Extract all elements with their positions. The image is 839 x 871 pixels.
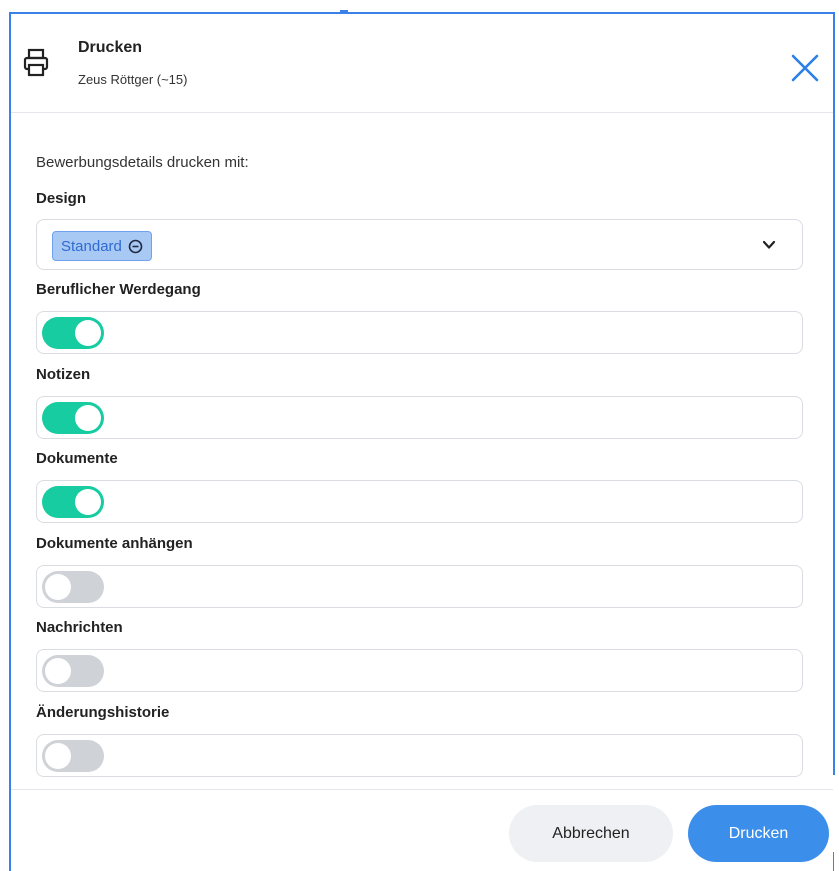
toggle-label-werdegang: Beruflicher Werdegang bbox=[36, 281, 201, 298]
toggle-knob bbox=[75, 320, 101, 346]
toggle-label-nachrichten: Nachrichten bbox=[36, 619, 123, 636]
chip-label: Standard bbox=[61, 237, 122, 255]
toggle-row-dokumente bbox=[36, 480, 803, 523]
window-frame-right bbox=[833, 12, 835, 775]
design-select[interactable]: Standard bbox=[36, 219, 803, 270]
toggle-werdegang[interactable] bbox=[42, 317, 104, 349]
toggle-dokumente[interactable] bbox=[42, 486, 104, 518]
toggle-row-nachrichten bbox=[36, 649, 803, 692]
toggle-label-notizen: Notizen bbox=[36, 366, 91, 383]
dialog-subtitle: Zeus Röttger (~15) bbox=[78, 72, 188, 87]
chevron-down-icon[interactable] bbox=[761, 237, 777, 253]
toggle-label-dokumente-anhaengen: Dokumente anhängen bbox=[36, 535, 193, 552]
toggle-knob bbox=[75, 489, 101, 515]
design-label: Design bbox=[36, 190, 87, 207]
toggle-row-dokumente-anhaengen bbox=[36, 565, 803, 608]
toggle-row-werdegang bbox=[36, 311, 803, 354]
close-icon[interactable] bbox=[787, 50, 823, 86]
toggle-label-dokumente: Dokumente bbox=[36, 450, 118, 467]
toggle-notizen[interactable] bbox=[42, 402, 104, 434]
intro-text: Bewerbungsdetails drucken mit: bbox=[36, 154, 249, 171]
cancel-button[interactable]: Abbrechen bbox=[509, 805, 673, 862]
toggle-aenderungshistorie[interactable] bbox=[42, 740, 104, 772]
toggle-knob bbox=[45, 743, 71, 769]
remove-circle-icon[interactable] bbox=[128, 239, 143, 254]
toggle-knob bbox=[45, 658, 71, 684]
toggle-label-aenderungshistorie: Änderungshistorie bbox=[36, 704, 170, 721]
toggle-knob bbox=[75, 405, 101, 431]
dialog-header: Drucken Zeus Röttger (~15) bbox=[11, 14, 833, 113]
dialog-footer: Abbrechen Drucken bbox=[11, 789, 833, 871]
toggle-row-aenderungshistorie bbox=[36, 734, 803, 777]
toggle-nachrichten[interactable] bbox=[42, 655, 104, 687]
toggle-row-notizen bbox=[36, 396, 803, 439]
toggle-knob bbox=[45, 574, 71, 600]
print-button[interactable]: Drucken bbox=[688, 805, 829, 862]
dialog-body: Bewerbungsdetails drucken mit: Design St… bbox=[11, 113, 833, 789]
dialog-title: Drucken bbox=[78, 39, 143, 56]
toggle-dokumente-anhaengen[interactable] bbox=[42, 571, 104, 603]
selected-design-chip: Standard bbox=[52, 231, 152, 261]
printer-icon bbox=[23, 48, 49, 78]
print-dialog: Drucken Zeus Röttger (~15) Bewerbungsdet… bbox=[11, 14, 833, 871]
frame-marker-top bbox=[340, 10, 348, 13]
